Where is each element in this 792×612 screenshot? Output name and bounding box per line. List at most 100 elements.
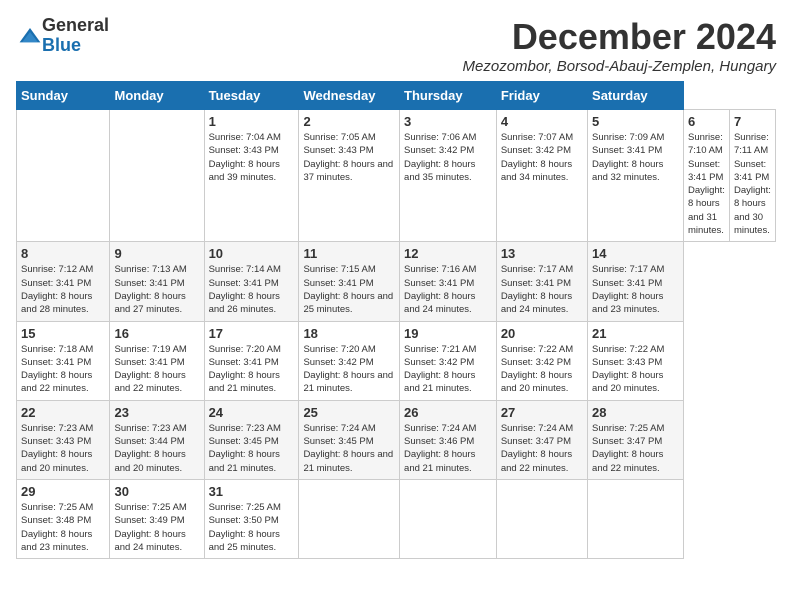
- day-number: 12: [404, 246, 492, 261]
- day-number: 13: [501, 246, 583, 261]
- logo-general-text: General: [42, 15, 109, 35]
- day-info: Sunrise: 7:24 AMSunset: 3:45 PMDaylight:…: [303, 422, 395, 475]
- day-number: 20: [501, 326, 583, 341]
- calendar-day-cell: 17 Sunrise: 7:20 AMSunset: 3:41 PMDayligh…: [204, 321, 299, 400]
- page-header: General Blue December 2024 Mezozombor, B…: [16, 16, 776, 75]
- day-info: Sunrise: 7:13 AMSunset: 3:41 PMDaylight:…: [114, 263, 199, 316]
- logo-blue-text: Blue: [42, 35, 81, 55]
- day-info: Sunrise: 7:20 AMSunset: 3:41 PMDaylight:…: [209, 343, 295, 396]
- calendar-day-cell: 21 Sunrise: 7:22 AMSunset: 3:43 PMDayligh…: [588, 321, 684, 400]
- calendar-day-cell: 23Sunrise: 7:23 AMSunset: 3:44 PMDayligh…: [110, 400, 204, 479]
- day-info: Sunrise: 7:07 AMSunset: 3:42 PMDaylight:…: [501, 131, 583, 184]
- day-number: 18: [303, 326, 395, 341]
- day-number: 24: [209, 405, 295, 420]
- day-info: Sunrise: 7:22 AMSunset: 3:42 PMDaylight:…: [501, 343, 583, 396]
- day-number: 9: [114, 246, 199, 261]
- day-info: Sunrise: 7:11 AMSunset: 3:41 PMDaylight:…: [734, 131, 771, 237]
- calendar-day-cell: 1 Sunrise: 7:04 AMSunset: 3:43 PMDaylight…: [204, 110, 299, 242]
- calendar-day-cell: 13 Sunrise: 7:17 AMSunset: 3:41 PMDayligh…: [496, 242, 587, 321]
- day-info: Sunrise: 7:05 AMSunset: 3:43 PMDaylight:…: [303, 131, 395, 184]
- calendar-day-cell: 29 Sunrise: 7:25 AMSunset: 3:48 PMDayligh…: [17, 479, 110, 558]
- calendar-week-row: 29 Sunrise: 7:25 AMSunset: 3:48 PMDayligh…: [17, 479, 776, 558]
- logo: General Blue: [16, 16, 109, 56]
- calendar-header-sunday: Sunday: [17, 82, 110, 110]
- calendar-empty-cell: [588, 479, 684, 558]
- calendar-day-cell: 30Sunrise: 7:25 AMSunset: 3:49 PMDayligh…: [110, 479, 204, 558]
- calendar-day-cell: 20 Sunrise: 7:22 AMSunset: 3:42 PMDayligh…: [496, 321, 587, 400]
- day-number: 5: [592, 114, 679, 129]
- calendar-header-monday: Monday: [110, 82, 204, 110]
- calendar-day-cell: 19 Sunrise: 7:21 AMSunset: 3:42 PMDayligh…: [400, 321, 497, 400]
- day-info: Sunrise: 7:24 AMSunset: 3:46 PMDaylight:…: [404, 422, 492, 475]
- calendar-day-cell: 22 Sunrise: 7:23 AMSunset: 3:43 PMDayligh…: [17, 400, 110, 479]
- day-number: 1: [209, 114, 295, 129]
- day-number: 16: [114, 326, 199, 341]
- day-info: Sunrise: 7:25 AMSunset: 3:48 PMDaylight:…: [21, 501, 105, 554]
- calendar-empty-cell: [17, 110, 110, 242]
- title-area: December 2024 Mezozombor, Borsod-Abauj-Z…: [463, 16, 776, 75]
- day-info: Sunrise: 7:20 AMSunset: 3:42 PMDaylight:…: [303, 343, 395, 396]
- calendar-day-cell: 26 Sunrise: 7:24 AMSunset: 3:46 PMDayligh…: [400, 400, 497, 479]
- day-info: Sunrise: 7:10 AMSunset: 3:41 PMDaylight:…: [688, 131, 725, 237]
- calendar-day-cell: 15Sunrise: 7:18 AMSunset: 3:41 PMDayligh…: [17, 321, 110, 400]
- day-number: 29: [21, 484, 105, 499]
- day-number: 8: [21, 246, 105, 261]
- calendar-empty-cell: [496, 479, 587, 558]
- day-info: Sunrise: 7:14 AMSunset: 3:41 PMDaylight:…: [209, 263, 295, 316]
- month-title: December 2024: [463, 16, 776, 58]
- calendar-week-row: 8 Sunrise: 7:12 AMSunset: 3:41 PMDaylight…: [17, 242, 776, 321]
- calendar-day-cell: 5 Sunrise: 7:09 AMSunset: 3:41 PMDaylight…: [588, 110, 684, 242]
- day-number: 7: [734, 114, 771, 129]
- calendar-table: SundayMondayTuesdayWednesdayThursdayFrid…: [16, 81, 776, 559]
- day-number: 31: [209, 484, 295, 499]
- location-subtitle: Mezozombor, Borsod-Abauj-Zemplen, Hungar…: [463, 58, 776, 75]
- calendar-header-row: SundayMondayTuesdayWednesdayThursdayFrid…: [17, 82, 776, 110]
- calendar-day-cell: 2 Sunrise: 7:05 AMSunset: 3:43 PMDaylight…: [299, 110, 400, 242]
- day-info: Sunrise: 7:12 AMSunset: 3:41 PMDaylight:…: [21, 263, 105, 316]
- day-number: 21: [592, 326, 679, 341]
- calendar-day-cell: 8 Sunrise: 7:12 AMSunset: 3:41 PMDaylight…: [17, 242, 110, 321]
- calendar-day-cell: 14 Sunrise: 7:17 AMSunset: 3:41 PMDayligh…: [588, 242, 684, 321]
- day-info: Sunrise: 7:19 AMSunset: 3:41 PMDaylight:…: [114, 343, 199, 396]
- calendar-day-cell: 27Sunrise: 7:24 AMSunset: 3:47 PMDayligh…: [496, 400, 587, 479]
- day-info: Sunrise: 7:17 AMSunset: 3:41 PMDaylight:…: [592, 263, 679, 316]
- day-info: Sunrise: 7:16 AMSunset: 3:41 PMDaylight:…: [404, 263, 492, 316]
- day-info: Sunrise: 7:09 AMSunset: 3:41 PMDaylight:…: [592, 131, 679, 184]
- calendar-empty-cell: [299, 479, 400, 558]
- day-number: 10: [209, 246, 295, 261]
- calendar-header-friday: Friday: [496, 82, 587, 110]
- day-info: Sunrise: 7:21 AMSunset: 3:42 PMDaylight:…: [404, 343, 492, 396]
- day-number: 2: [303, 114, 395, 129]
- calendar-empty-cell: [110, 110, 204, 242]
- calendar-day-cell: 31Sunrise: 7:25 AMSunset: 3:50 PMDayligh…: [204, 479, 299, 558]
- day-number: 22: [21, 405, 105, 420]
- day-number: 14: [592, 246, 679, 261]
- calendar-day-cell: 6Sunrise: 7:10 AMSunset: 3:41 PMDaylight…: [683, 110, 729, 242]
- day-number: 19: [404, 326, 492, 341]
- day-number: 4: [501, 114, 583, 129]
- day-info: Sunrise: 7:23 AMSunset: 3:45 PMDaylight:…: [209, 422, 295, 475]
- calendar-header-wednesday: Wednesday: [299, 82, 400, 110]
- calendar-header-saturday: Saturday: [588, 82, 684, 110]
- calendar-header-tuesday: Tuesday: [204, 82, 299, 110]
- day-number: 11: [303, 246, 395, 261]
- day-number: 17: [209, 326, 295, 341]
- calendar-day-cell: 25Sunrise: 7:24 AMSunset: 3:45 PMDayligh…: [299, 400, 400, 479]
- day-info: Sunrise: 7:22 AMSunset: 3:43 PMDaylight:…: [592, 343, 679, 396]
- day-info: Sunrise: 7:17 AMSunset: 3:41 PMDaylight:…: [501, 263, 583, 316]
- logo-icon: [18, 26, 42, 46]
- calendar-day-cell: 18 Sunrise: 7:20 AMSunset: 3:42 PMDayligh…: [299, 321, 400, 400]
- calendar-day-cell: 12 Sunrise: 7:16 AMSunset: 3:41 PMDayligh…: [400, 242, 497, 321]
- day-info: Sunrise: 7:24 AMSunset: 3:47 PMDaylight:…: [501, 422, 583, 475]
- day-number: 23: [114, 405, 199, 420]
- day-number: 3: [404, 114, 492, 129]
- calendar-day-cell: 10 Sunrise: 7:14 AMSunset: 3:41 PMDayligh…: [204, 242, 299, 321]
- calendar-week-row: 1 Sunrise: 7:04 AMSunset: 3:43 PMDaylight…: [17, 110, 776, 242]
- day-info: Sunrise: 7:25 AMSunset: 3:47 PMDaylight:…: [592, 422, 679, 475]
- day-info: Sunrise: 7:04 AMSunset: 3:43 PMDaylight:…: [209, 131, 295, 184]
- day-number: 28: [592, 405, 679, 420]
- calendar-day-cell: 28 Sunrise: 7:25 AMSunset: 3:47 PMDayligh…: [588, 400, 684, 479]
- day-info: Sunrise: 7:23 AMSunset: 3:43 PMDaylight:…: [21, 422, 105, 475]
- day-info: Sunrise: 7:15 AMSunset: 3:41 PMDaylight:…: [303, 263, 395, 316]
- day-number: 26: [404, 405, 492, 420]
